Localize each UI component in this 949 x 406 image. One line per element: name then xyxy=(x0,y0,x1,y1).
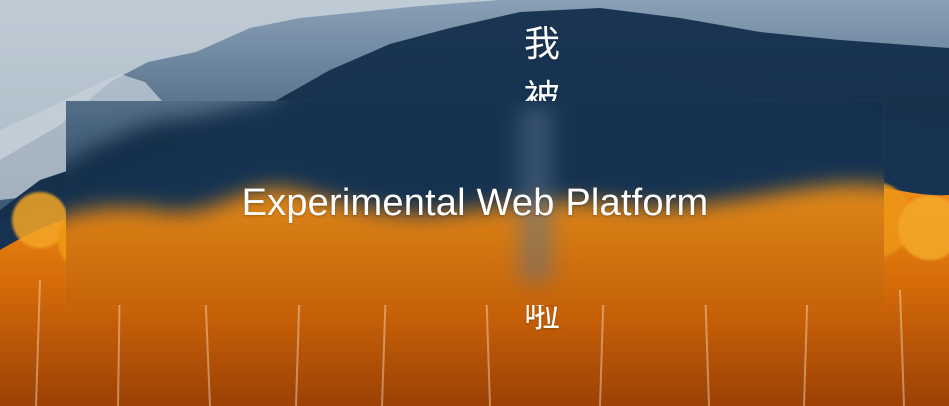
title-glass-panel: Experimental Web Platform xyxy=(66,101,884,305)
vertical-text-char-1: 我 xyxy=(523,24,560,65)
page-title: Experimental Web Platform xyxy=(241,181,709,224)
page-scene: 我 被 啦 Experimental Web Platform xyxy=(0,0,949,406)
